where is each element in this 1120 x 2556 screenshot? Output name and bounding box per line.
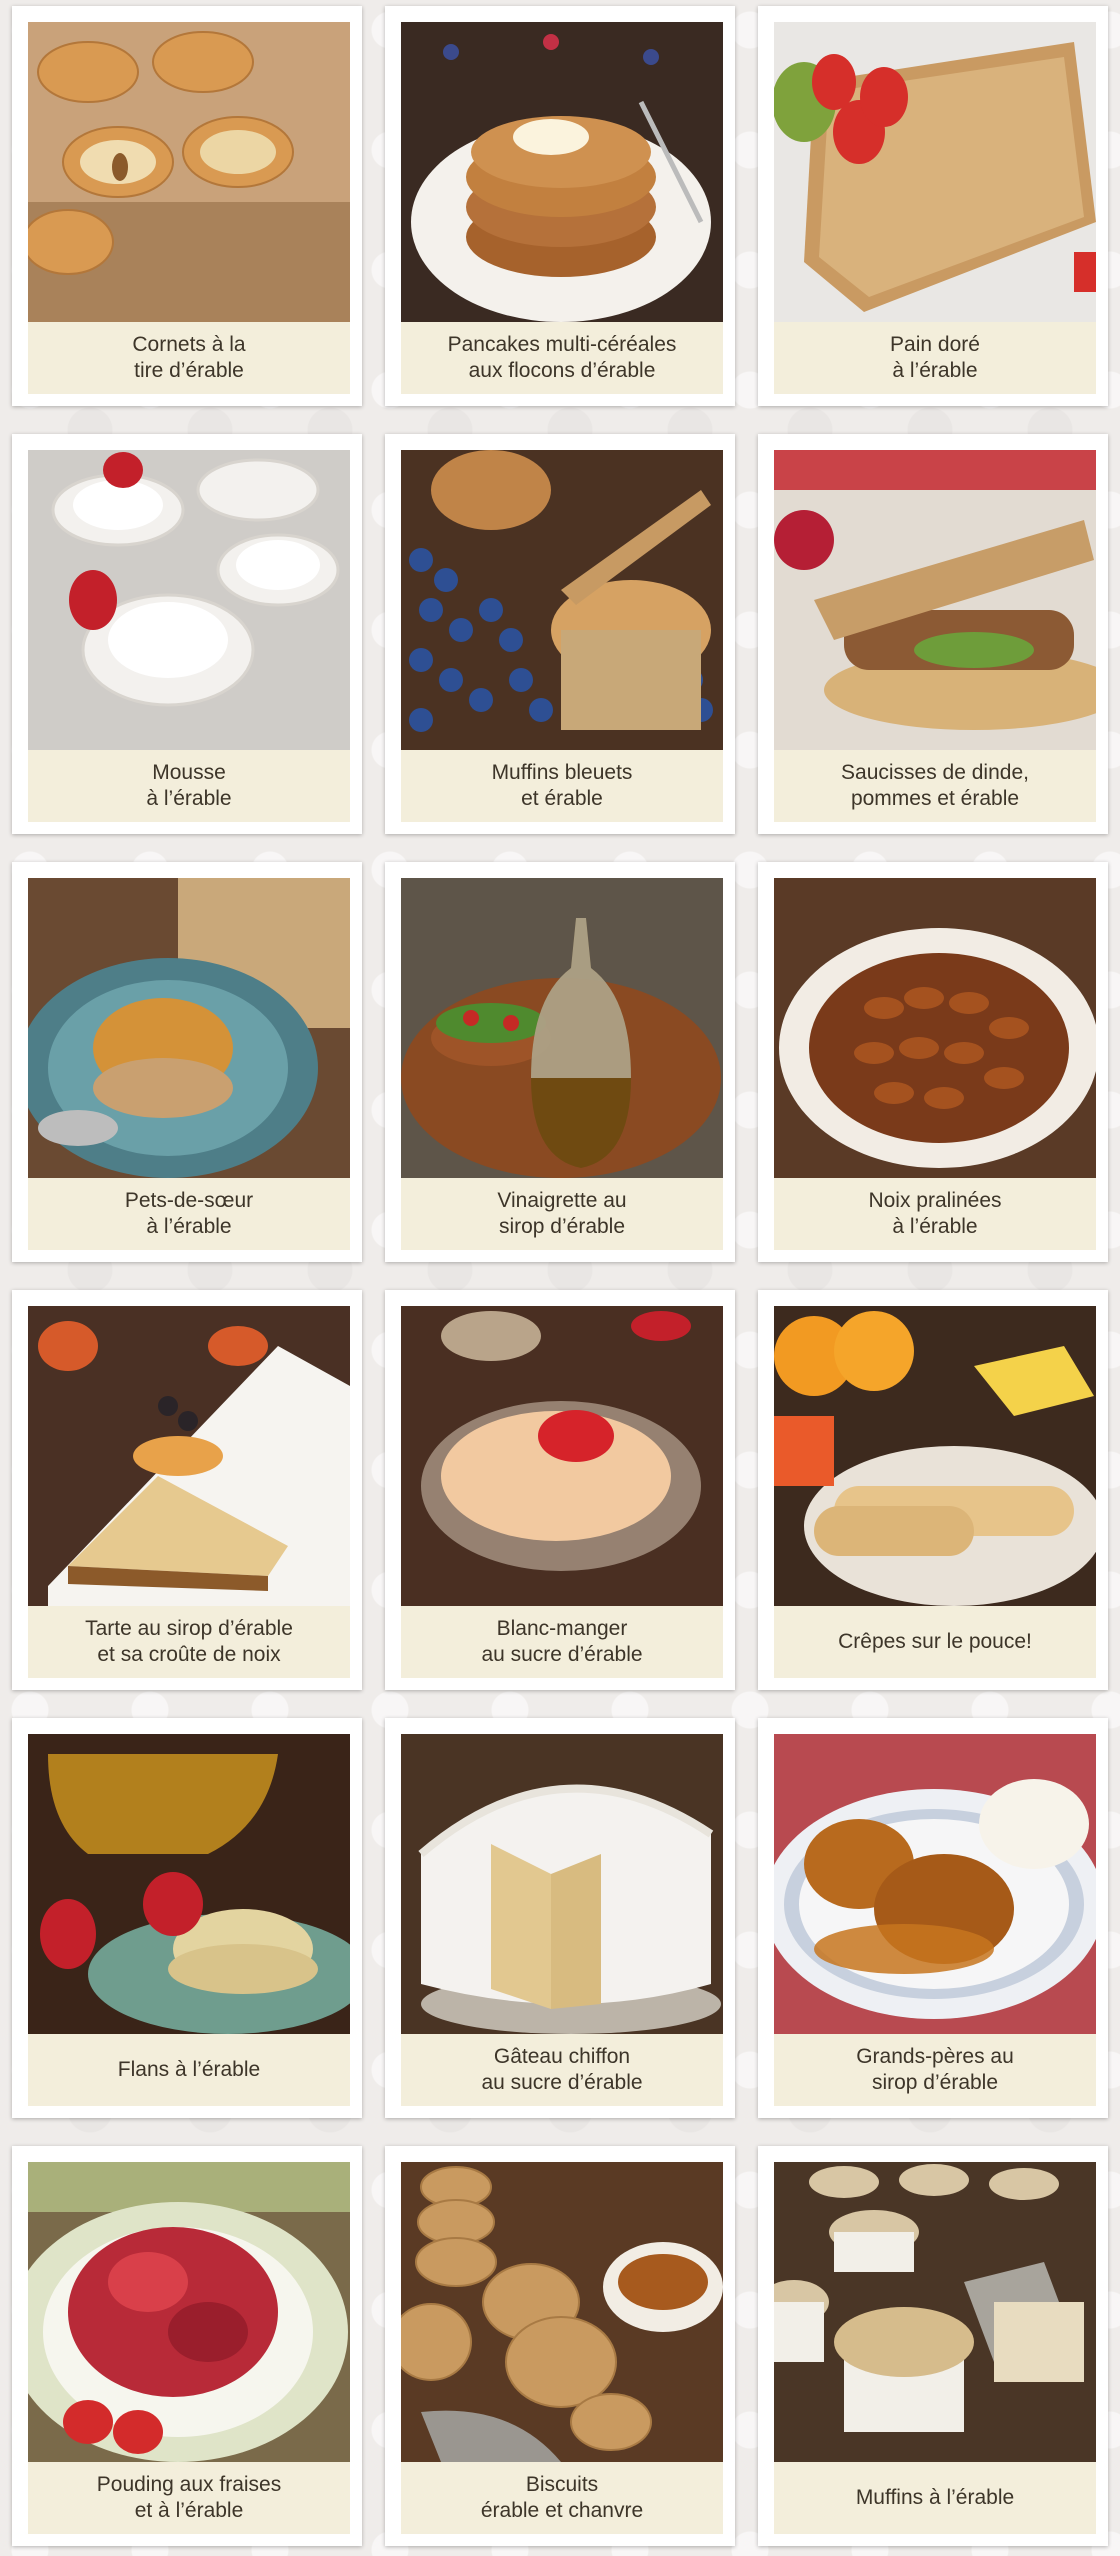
praline-nuts-photo[interactable] — [774, 878, 1096, 1178]
recipe-card-gateau-chiffon[interactable]: Gâteau chiffon au sucre d’érable — [385, 1718, 735, 2118]
recipe-card-muffins-bleuets[interactable]: Muffins bleuets et érable — [385, 434, 735, 834]
recipe-card-saucisses[interactable]: Saucisses de dinde, pommes et érable — [758, 434, 1108, 834]
maple-muffins-photo[interactable] — [774, 2162, 1096, 2462]
recipe-title: Blanc-manger au sucre d’érable — [401, 1606, 723, 1678]
recipe-card-vinaigrette[interactable]: Vinaigrette au sirop d’érable — [385, 862, 735, 1262]
recipe-title: Muffins à l’érable — [774, 2462, 1096, 2534]
recipe-title: Saucisses de dinde, pommes et érable — [774, 750, 1096, 822]
recipe-title: Mousse à l’érable — [28, 750, 350, 822]
pancakes-photo[interactable] — [401, 22, 723, 322]
vinaigrette-photo[interactable] — [401, 878, 723, 1178]
sausage-sandwich-photo[interactable] — [774, 450, 1096, 750]
strawberry-pudding-photo[interactable] — [28, 2162, 350, 2462]
recipe-title: Cornets à la tire d’érable — [28, 322, 350, 394]
waffle-cones-photo[interactable] — [28, 22, 350, 322]
recipe-card-crepes[interactable]: Crêpes sur le pouce! — [758, 1290, 1108, 1690]
pets-de-soeur-photo[interactable] — [28, 878, 350, 1178]
recipe-card-mousse[interactable]: Mousse à l’érable — [12, 434, 362, 834]
recipe-title: Crêpes sur le pouce! — [774, 1606, 1096, 1678]
french-toast-photo[interactable] — [774, 22, 1096, 322]
recipe-card-pouding[interactable]: Pouding aux fraises et à l’érable — [12, 2146, 362, 2546]
recipe-title: Pets-de-sœur à l’érable — [28, 1178, 350, 1250]
hemp-cookies-photo[interactable] — [401, 2162, 723, 2462]
recipe-title: Pancakes multi-céréales aux flocons d’éra… — [401, 322, 723, 394]
recipe-card-flans[interactable]: Flans à l’érable — [12, 1718, 362, 2118]
grands-peres-photo[interactable] — [774, 1734, 1096, 2034]
recipe-card-noix-pralinees[interactable]: Noix pralinées à l’érable — [758, 862, 1108, 1262]
recipe-title: Pain doré à l’érable — [774, 322, 1096, 394]
mousse-photo[interactable] — [28, 450, 350, 750]
recipe-card-pain-dore[interactable]: Pain doré à l’érable — [758, 6, 1108, 406]
recipe-card-pancakes[interactable]: Pancakes multi-céréales aux flocons d’éra… — [385, 6, 735, 406]
recipe-card-grands-peres[interactable]: Grands-pères au sirop d’érable — [758, 1718, 1108, 2118]
recipe-title: Pouding aux fraises et à l’érable — [28, 2462, 350, 2534]
recipe-title: Muffins bleuets et érable — [401, 750, 723, 822]
recipe-title: Biscuits érable et chanvre — [401, 2462, 723, 2534]
recipe-card-tarte[interactable]: Tarte au sirop d’érable et sa croûte de n… — [12, 1290, 362, 1690]
recipe-card-cornets[interactable]: Cornets à la tire d’érable — [12, 6, 362, 406]
recipe-title: Noix pralinées à l’érable — [774, 1178, 1096, 1250]
recipe-title: Gâteau chiffon au sucre d’érable — [401, 2034, 723, 2106]
blanc-manger-photo[interactable] — [401, 1306, 723, 1606]
recipe-card-blanc-manger[interactable]: Blanc-manger au sucre d’érable — [385, 1290, 735, 1690]
blueberry-muffins-photo[interactable] — [401, 450, 723, 750]
recipe-card-pets-de-soeur[interactable]: Pets-de-sœur à l’érable — [12, 862, 362, 1262]
recipe-title: Vinaigrette au sirop d’érable — [401, 1178, 723, 1250]
recipe-title: Flans à l’érable — [28, 2034, 350, 2106]
crepes-photo[interactable] — [774, 1306, 1096, 1606]
recipe-grid: Cornets à la tire d’érable Pancakes multi… — [0, 0, 1120, 2556]
recipe-card-biscuits[interactable]: Biscuits érable et chanvre — [385, 2146, 735, 2546]
flans-photo[interactable] — [28, 1734, 350, 2034]
recipe-title: Tarte au sirop d’érable et sa croûte de n… — [28, 1606, 350, 1678]
recipe-title: Grands-pères au sirop d’érable — [774, 2034, 1096, 2106]
maple-tart-photo[interactable] — [28, 1306, 350, 1606]
chiffon-cake-photo[interactable] — [401, 1734, 723, 2034]
recipe-card-muffins-erable[interactable]: Muffins à l’érable — [758, 2146, 1108, 2546]
